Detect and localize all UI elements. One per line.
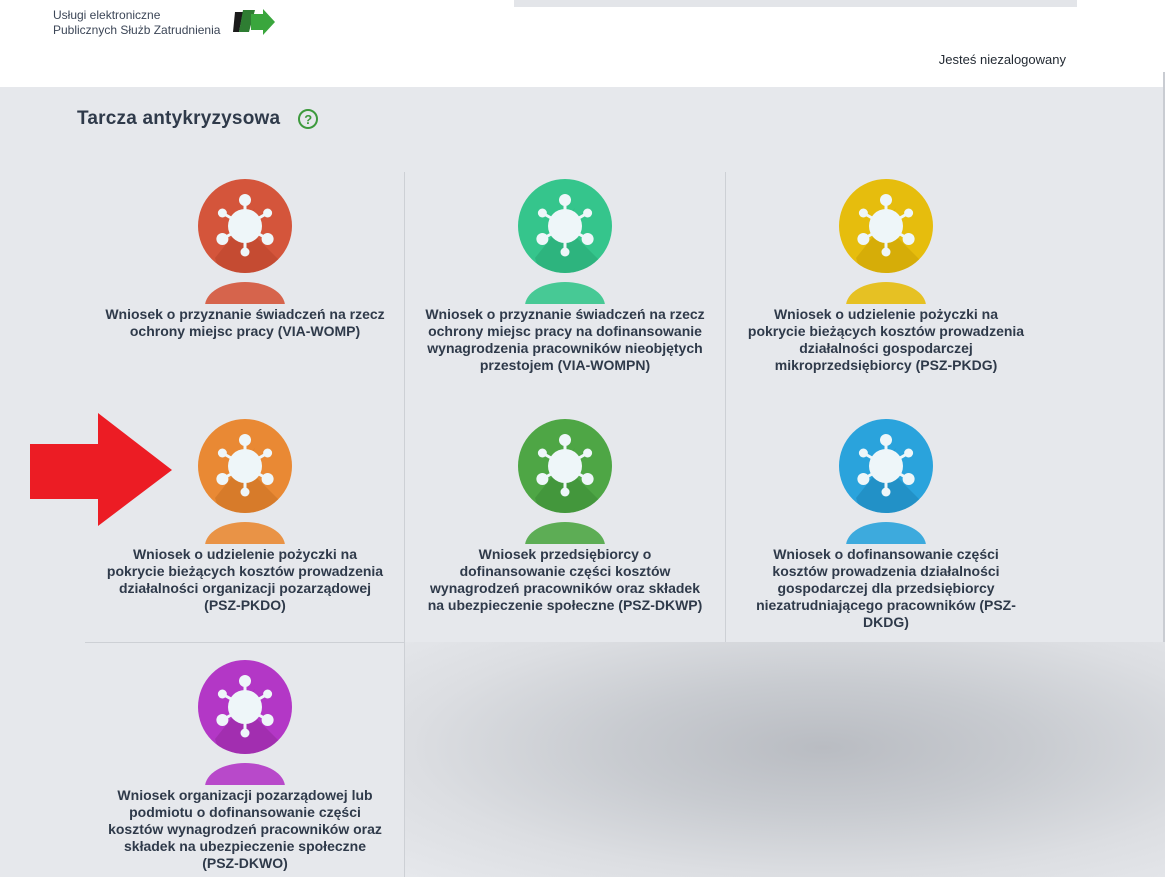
virus-icon (198, 419, 292, 544)
tile-psz-pkdg[interactable]: Wniosek o udzielenie pożyczki na pokryci… (726, 178, 1046, 418)
header-top-bar (514, 0, 1077, 7)
question-circle-icon[interactable]: ? (298, 109, 319, 129)
tile-via-womp[interactable]: Wniosek o przyznanie świadczeń na rzecz … (85, 178, 405, 418)
grid-divider (85, 642, 405, 643)
tile-via-wompn[interactable]: Wniosek o przyznanie świadczeń na rzecz … (405, 178, 725, 418)
logo-line-2: Publicznych Służb Zatrudnienia (53, 23, 221, 37)
tile-psz-dkwp[interactable]: Wniosek przedsiębiorcy o dofinansowanie … (405, 418, 725, 642)
red-arrow-annotation (30, 413, 172, 526)
tile-psz-dkwo[interactable]: Wniosek organizacji pozarządowej lub pod… (85, 659, 405, 877)
virus-icon (839, 179, 933, 304)
site-logo-text[interactable]: Usługi elektroniczne Publicznych Służb Z… (53, 8, 220, 38)
virus-icon (198, 179, 292, 304)
tile-label: Wniosek o udzielenie pożyczki na pokryci… (106, 546, 384, 613)
tile-psz-dkdg[interactable]: Wniosek o dofinansowanie części kosztów … (726, 418, 1046, 642)
page-title: Tarcza antykryzysowa (77, 108, 281, 129)
virus-icon (839, 419, 933, 544)
logo-icon[interactable] (233, 8, 277, 36)
login-status: Jesteś niezalogowany (938, 52, 1066, 67)
tile-label: Wniosek o przyznanie świadczeń na rzecz … (105, 306, 385, 339)
tile-label: Wniosek o dofinansowanie części kosztów … (756, 546, 1016, 630)
header: Usługi elektroniczne Publicznych Służb Z… (0, 0, 1165, 87)
logo-line-1: Usługi elektroniczne (53, 8, 161, 22)
tile-label: Wniosek o udzielenie pożyczki na pokryci… (747, 306, 1025, 373)
virus-icon (518, 419, 612, 544)
tile-label: Wniosek o przyznanie świadczeń na rzecz … (425, 306, 705, 373)
page-title-row: Tarcza antykryzysowa ? (77, 108, 319, 130)
tile-label: Wniosek organizacji pozarządowej lub pod… (108, 787, 382, 871)
virus-icon (518, 179, 612, 304)
virus-icon (198, 660, 292, 785)
empty-grid-area (405, 642, 1165, 877)
tile-label: Wniosek przedsiębiorcy o dofinansowanie … (427, 546, 703, 613)
